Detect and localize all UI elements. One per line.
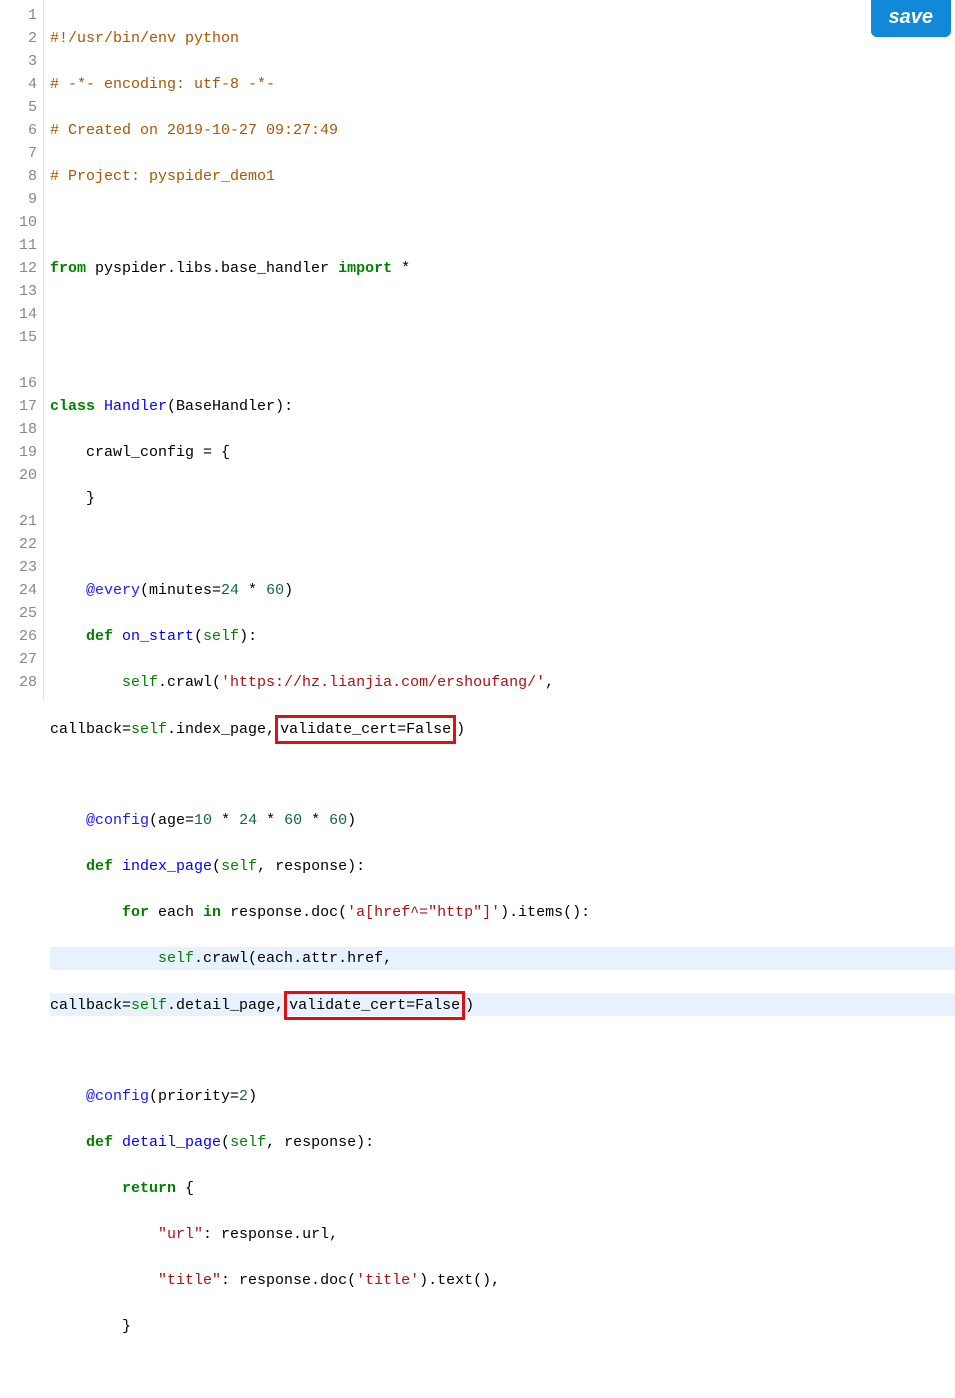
line-gutter: 1 2 3 4 5 6 7 8 9 10 11 12 13 14 15 16 1… bbox=[0, 0, 44, 699]
code-line[interactable]: from pyspider.libs.base_handler import * bbox=[50, 257, 955, 280]
code-line[interactable]: class Handler(BaseHandler): bbox=[50, 395, 955, 418]
line-number: 28 bbox=[0, 671, 37, 694]
line-number: 8 bbox=[0, 165, 37, 188]
code-line[interactable]: # Project: pyspider_demo1 bbox=[50, 165, 955, 188]
code-line[interactable]: @config(age=10 * 24 * 60 * 60) bbox=[50, 809, 955, 832]
line-number: 13 bbox=[0, 280, 37, 303]
line-number: 15 bbox=[0, 326, 37, 349]
line-number: 4 bbox=[0, 73, 37, 96]
line-number: 21 bbox=[0, 510, 37, 533]
line-number: 24 bbox=[0, 579, 37, 602]
line-number: 5 bbox=[0, 96, 37, 119]
code-line[interactable]: def index_page(self, response): bbox=[50, 855, 955, 878]
code-line[interactable] bbox=[50, 211, 955, 234]
line-number bbox=[0, 487, 37, 510]
code-line[interactable]: callback=self.index_page,validate_cert=F… bbox=[50, 717, 955, 740]
code-line[interactable]: def detail_page(self, response): bbox=[50, 1131, 955, 1154]
line-number: 11 bbox=[0, 234, 37, 257]
line-number: 7 bbox=[0, 142, 37, 165]
code-line[interactable]: for each in response.doc('a[href^="http"… bbox=[50, 901, 955, 924]
code-line[interactable]: @config(priority=2) bbox=[50, 1085, 955, 1108]
code-line[interactable]: self.crawl(each.attr.href, bbox=[50, 947, 955, 970]
code-editor[interactable]: 1 2 3 4 5 6 7 8 9 10 11 12 13 14 15 16 1… bbox=[0, 0, 955, 699]
code-line[interactable]: callback=self.detail_page,validate_cert=… bbox=[50, 993, 955, 1016]
code-line[interactable] bbox=[50, 1361, 955, 1384]
line-number: 22 bbox=[0, 533, 37, 556]
line-number: 12 bbox=[0, 257, 37, 280]
line-number: 17 bbox=[0, 395, 37, 418]
line-number: 20 bbox=[0, 464, 37, 487]
line-number: 27 bbox=[0, 648, 37, 671]
code-line[interactable] bbox=[50, 349, 955, 372]
code-line[interactable]: @every(minutes=24 * 60) bbox=[50, 579, 955, 602]
line-number: 23 bbox=[0, 556, 37, 579]
code-area[interactable]: #!/usr/bin/env python # -*- encoding: ut… bbox=[44, 0, 955, 699]
highlight-annotation: validate_cert=False bbox=[275, 715, 456, 744]
highlight-annotation: validate_cert=False bbox=[284, 991, 465, 1020]
line-number: 1 bbox=[0, 4, 37, 27]
save-button[interactable]: save bbox=[871, 0, 952, 37]
line-number: 9 bbox=[0, 188, 37, 211]
line-number: 19 bbox=[0, 441, 37, 464]
code-line[interactable]: # -*- encoding: utf-8 -*- bbox=[50, 73, 955, 96]
line-number: 6 bbox=[0, 119, 37, 142]
line-number: 10 bbox=[0, 211, 37, 234]
line-number: 2 bbox=[0, 27, 37, 50]
line-number bbox=[0, 349, 37, 372]
code-line[interactable]: "title": response.doc('title').text(), bbox=[50, 1269, 955, 1292]
code-line[interactable]: def on_start(self): bbox=[50, 625, 955, 648]
code-line[interactable]: } bbox=[50, 1315, 955, 1338]
line-number: 26 bbox=[0, 625, 37, 648]
line-number: 16 bbox=[0, 372, 37, 395]
code-line[interactable]: "url": response.url, bbox=[50, 1223, 955, 1246]
code-line[interactable]: #!/usr/bin/env python bbox=[50, 27, 955, 50]
code-line[interactable]: self.crawl('https://hz.lianjia.com/ersho… bbox=[50, 671, 955, 694]
line-number: 25 bbox=[0, 602, 37, 625]
code-line[interactable] bbox=[50, 533, 955, 556]
line-number: 14 bbox=[0, 303, 37, 326]
line-number: 3 bbox=[0, 50, 37, 73]
code-line[interactable] bbox=[50, 303, 955, 326]
code-line[interactable]: # Created on 2019-10-27 09:27:49 bbox=[50, 119, 955, 142]
code-line[interactable]: crawl_config = { bbox=[50, 441, 955, 464]
code-line[interactable]: return { bbox=[50, 1177, 955, 1200]
code-line[interactable]: } bbox=[50, 487, 955, 510]
line-number: 18 bbox=[0, 418, 37, 441]
code-line[interactable] bbox=[50, 1039, 955, 1062]
code-line[interactable] bbox=[50, 763, 955, 786]
